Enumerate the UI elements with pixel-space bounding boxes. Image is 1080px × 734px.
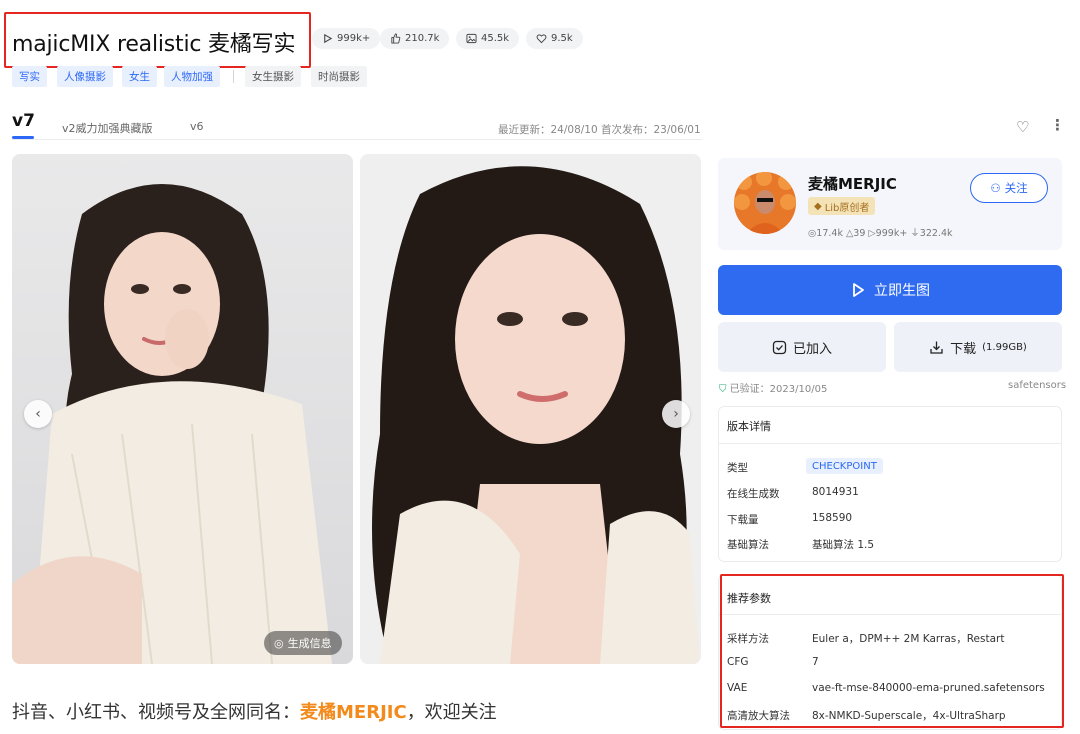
author-avatar[interactable] <box>734 172 796 234</box>
added-button[interactable]: 已加入 <box>718 322 886 372</box>
more-options-icon[interactable]: ⋮ <box>1050 116 1065 134</box>
download-button[interactable]: 下载 (1.99GB) <box>894 322 1062 372</box>
add-user-icon: ⚇ <box>990 181 1001 195</box>
tag-portrait-photography[interactable]: 人像摄影 <box>57 66 113 87</box>
generation-info-button[interactable]: ◎ 生成信息 <box>264 631 342 655</box>
author-name[interactable]: 麦橘MERJIC <box>808 173 897 194</box>
stat-images-value: 45.5k <box>481 33 510 44</box>
author-stats: ◎17.4k △39 ▷999k+ ⏚322.4k <box>808 228 953 239</box>
play-icon <box>853 283 864 297</box>
detail-value-online-gens: 8014931 <box>812 486 859 498</box>
gallery-next-button[interactable]: › <box>662 400 690 428</box>
stat-likes-value: 210.7k <box>405 33 440 44</box>
favorite-heart-icon[interactable]: ♡ <box>1016 118 1029 136</box>
detail-value-base-model: 基础算法 1.5 <box>812 539 875 551</box>
file-format: safetensors <box>1008 380 1067 391</box>
detail-label-downloads: 下载量 <box>727 514 759 526</box>
eye-icon: ◎ <box>274 636 284 650</box>
model-title: majicMIX realistic 麦橘写实 <box>12 32 296 57</box>
tab-v6[interactable]: v6 <box>190 120 204 133</box>
detail-label-online-gens: 在线生成数 <box>727 488 780 500</box>
follow-button[interactable]: ⚇ 关注 <box>970 173 1048 203</box>
detail-label-type: 类型 <box>727 462 748 474</box>
image-icon <box>466 33 477 44</box>
check-square-icon <box>772 340 787 354</box>
download-icon <box>930 341 943 354</box>
gallery-image-2[interactable] <box>360 154 701 664</box>
added-label: 已加入 <box>792 341 832 357</box>
panel-divider <box>719 443 1061 444</box>
download-label: 下载 <box>950 341 977 357</box>
stat-favorites: 9.5k <box>526 28 583 49</box>
chevron-left-icon: ‹ <box>35 406 41 422</box>
promo-prefix: 抖音、小红书、视频号及全网同名： <box>12 702 300 723</box>
promo-author-name: 麦橘MERJIC <box>300 702 407 723</box>
tag-girl[interactable]: 女生 <box>122 66 157 87</box>
portrait-illustration <box>360 154 701 664</box>
creator-badge: ◆ Lib原创者 <box>808 197 876 215</box>
thumbs-up-icon <box>391 33 401 44</box>
follow-label: 关注 <box>1004 181 1028 195</box>
shield-check-icon: ⛉ <box>719 384 727 395</box>
generation-info-label: 生成信息 <box>287 637 332 650</box>
play-icon <box>324 33 333 44</box>
stat-favorites-value: 9.5k <box>551 33 573 44</box>
avatar-image <box>734 172 796 234</box>
download-size: (1.99GB) <box>982 341 1027 353</box>
detail-value-downloads: 158590 <box>812 512 853 524</box>
chevron-right-icon: › <box>673 406 679 422</box>
tab-v7[interactable]: v7 <box>12 111 35 131</box>
promo-text: 抖音、小红书、视频号及全网同名：麦橘MERJIC，欢迎关注 <box>12 698 497 724</box>
creator-badge-label: Lib原创者 <box>824 202 870 214</box>
tag-fashion-photography[interactable]: 时尚摄影 <box>311 66 367 87</box>
portrait-illustration <box>12 154 353 664</box>
tag-realistic[interactable]: 写实 <box>12 66 47 87</box>
generate-image-button[interactable]: 立即生图 <box>718 265 1062 315</box>
tag-character-enhance[interactable]: 人物加强 <box>164 66 220 87</box>
params-highlight-box <box>720 574 1064 728</box>
type-badge: CHECKPOINT <box>806 458 883 474</box>
verified-date: ⛉ 已验证：2023/10/05 <box>719 380 827 395</box>
gallery-image-1[interactable] <box>12 154 353 664</box>
verified-text: 已验证：2023/10/05 <box>729 384 828 395</box>
tabs-divider <box>12 139 702 140</box>
tab-v2-enhanced[interactable]: v2威力加强典藏版 <box>62 120 153 136</box>
diamond-icon: ◆ <box>814 200 822 212</box>
stat-runs-value: 999k+ <box>337 33 371 44</box>
stat-likes: 210.7k <box>380 28 450 49</box>
gallery-prev-button[interactable]: ‹ <box>24 400 52 428</box>
detail-label-base-model: 基础算法 <box>727 539 769 551</box>
promo-suffix: ，欢迎关注 <box>406 702 497 723</box>
update-dates: 最近更新：24/08/10 首次发布：23/06/01 <box>498 124 701 136</box>
stat-runs: 999k+ <box>312 28 381 49</box>
heart-icon <box>536 34 547 44</box>
version-details-heading: 版本详情 <box>727 420 771 433</box>
tag-divider <box>233 70 234 83</box>
tag-female-photography[interactable]: 女生摄影 <box>245 66 301 87</box>
generate-label: 立即生图 <box>874 283 930 299</box>
stat-images: 45.5k <box>456 28 520 49</box>
